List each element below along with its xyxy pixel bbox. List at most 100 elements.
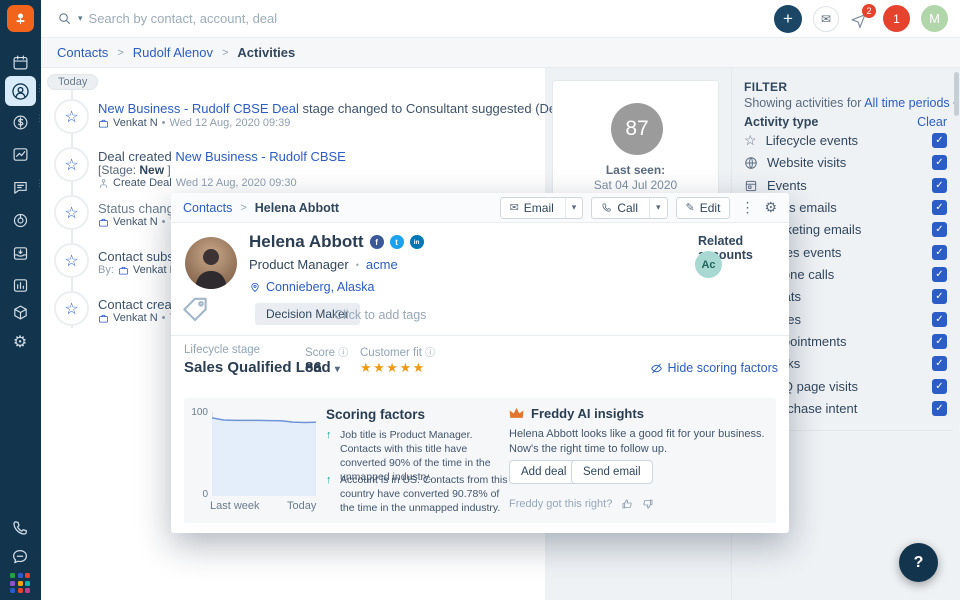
calendar-nav-icon[interactable]: [8, 50, 32, 74]
add-deal-button[interactable]: Add deal: [509, 460, 578, 484]
checkbox-checked[interactable]: ✓: [932, 133, 947, 148]
contact-job-row: Product Manager • acme: [249, 257, 398, 272]
related-account-avatar[interactable]: Ac: [695, 251, 722, 278]
last-seen-date: Sat 04 Jul 2020: [553, 178, 718, 192]
contact-name-row: Helena Abbott f t in: [249, 232, 424, 252]
caret-down-icon[interactable]: ▾: [649, 198, 667, 218]
checkbox-checked[interactable]: ✓: [932, 155, 947, 170]
checkbox-checked[interactable]: ✓: [932, 289, 947, 304]
filter-clear-link[interactable]: Clear: [917, 115, 947, 129]
facebook-icon[interactable]: f: [370, 235, 384, 249]
user-avatar[interactable]: M: [921, 5, 948, 32]
feed-entry-title: Deal created New Business - Rudolf CBSE: [98, 149, 346, 164]
freshworks-logo-icon[interactable]: [7, 5, 34, 32]
search-input[interactable]: [89, 11, 509, 26]
deals-nav-icon[interactable]: [8, 110, 32, 134]
checkbox-checked[interactable]: ✓: [932, 334, 947, 349]
search-icon[interactable]: [57, 11, 72, 26]
announcement-badge: 2: [862, 4, 876, 18]
info-icon[interactable]: ⓘ: [425, 348, 435, 359]
kebab-menu-icon[interactable]: ⋮: [738, 199, 756, 216]
lifecycle-star-icon: ☆: [54, 243, 89, 278]
announcements-button[interactable]: 2: [850, 8, 872, 30]
checkbox-checked[interactable]: ✓: [932, 178, 947, 193]
package-nav-icon[interactable]: [8, 300, 32, 324]
breadcrumb-contacts[interactable]: Contacts: [57, 45, 108, 60]
envelope-icon: ✉: [821, 12, 831, 26]
conversations-nav-icon[interactable]: [8, 175, 32, 199]
freddy-insight-text: Helena Abbott looks like a good fit for …: [509, 427, 777, 457]
chat-support-icon[interactable]: [8, 545, 32, 569]
freddy-crown-icon: [509, 407, 524, 420]
deal-link[interactable]: New Business - Rudolf CBSE Deal: [98, 101, 299, 116]
conversations-overflow-dots[interactable]: ⋮: [35, 181, 44, 185]
modal-breadcrumb-name: Helena Abbott: [255, 201, 339, 215]
checkbox-checked[interactable]: ✓: [932, 379, 947, 394]
lifecycle-star-icon: ☆: [54, 147, 89, 182]
send-email-button[interactable]: Send email: [571, 460, 653, 484]
envelope-icon: ✉: [510, 201, 519, 214]
vertical-scrollbar[interactable]: [954, 72, 959, 116]
modal-divider: [171, 335, 789, 336]
filter-period-dropdown[interactable]: All time periods: [864, 96, 949, 110]
checkbox-checked[interactable]: ✓: [932, 356, 947, 371]
inbox-nav-icon[interactable]: [8, 241, 32, 265]
phone-support-icon[interactable]: [8, 516, 32, 540]
call-button[interactable]: Call ▾: [591, 197, 667, 219]
deals-overflow-dots[interactable]: ⋮: [35, 116, 44, 120]
hide-scoring-factors-link[interactable]: Hide scoring factors: [650, 361, 778, 375]
caret-down-icon[interactable]: ▾: [565, 198, 583, 218]
linkedin-icon[interactable]: in: [410, 235, 424, 249]
score-label: Score ⓘ: [305, 344, 348, 359]
contacts-overflow-dots[interactable]: ⋮: [35, 86, 44, 90]
filter-period-prefix: Showing activities for: [744, 96, 861, 110]
lifecycle-star-icon: ☆: [54, 99, 89, 134]
modal-breadcrumb-contacts[interactable]: Contacts: [183, 201, 232, 215]
scoring-factors-title: Scoring factors: [326, 407, 425, 422]
quick-add-button[interactable]: +: [774, 5, 802, 33]
search-scope-caret-icon[interactable]: ▾: [78, 13, 83, 24]
checkbox-checked[interactable]: ✓: [932, 222, 947, 237]
edit-button[interactable]: ✎ Edit: [676, 197, 731, 219]
company-link[interactable]: acme: [366, 257, 398, 272]
help-button[interactable]: ?: [899, 543, 938, 582]
info-icon[interactable]: ⓘ: [338, 348, 348, 359]
filter-title: FILTER: [744, 80, 788, 94]
score-value: 86: [305, 359, 322, 376]
checkbox-checked[interactable]: ✓: [932, 267, 947, 282]
app-switcher-icon[interactable]: [10, 573, 31, 594]
gear-icon[interactable]: ⚙: [764, 199, 777, 216]
tag-icon: [180, 295, 210, 325]
freddy-header: Freddy AI insights: [509, 406, 644, 421]
contacts-nav-icon-active[interactable]: [5, 76, 36, 106]
marketing-target-nav-icon[interactable]: [8, 208, 32, 232]
checkbox-checked[interactable]: ✓: [932, 401, 947, 416]
today-pill: Today: [47, 74, 98, 90]
last-seen-label: Last seen:: [553, 163, 718, 177]
contact-location-row[interactable]: Connieberg, Alaska: [249, 280, 374, 294]
deal-link[interactable]: New Business - Rudolf CBSE: [175, 149, 346, 164]
twitter-icon[interactable]: t: [390, 235, 404, 249]
modal-header: Contacts > Helena Abbott ✉ Email ▾ Call …: [171, 193, 789, 223]
notification-count-button[interactable]: 1: [883, 5, 910, 32]
filter-row-events: Events✓: [744, 177, 960, 194]
thumbs-up-icon[interactable]: [621, 498, 633, 510]
email-button[interactable]: ✉ Email ▾: [500, 197, 584, 219]
checkbox-checked[interactable]: ✓: [932, 312, 947, 327]
analytics-nav-icon[interactable]: [8, 142, 32, 166]
contact-detail-modal: Contacts > Helena Abbott ✉ Email ▾ Call …: [171, 193, 789, 533]
thumbs-down-icon[interactable]: [642, 498, 654, 510]
filter-period-row: Showing activities for All time periods …: [744, 96, 958, 110]
globe-icon: [744, 156, 758, 170]
feed-entry-byline: Venkat N•Wed 12 Aug, 2020 09:39: [98, 117, 290, 129]
breadcrumb-contact-name[interactable]: Rudolf Alenov: [133, 45, 213, 60]
checkbox-checked[interactable]: ✓: [932, 200, 947, 215]
y-axis-tick-max: 100: [190, 407, 208, 418]
briefcase-icon: [98, 313, 109, 324]
reports-nav-icon[interactable]: [8, 273, 32, 297]
phone-icon: [601, 202, 612, 213]
checkbox-checked[interactable]: ✓: [932, 245, 947, 260]
settings-gear-nav-icon[interactable]: ⚙: [8, 330, 32, 354]
email-inbox-button[interactable]: ✉: [813, 6, 839, 32]
add-tags-placeholder[interactable]: Click to add tags: [334, 308, 426, 322]
